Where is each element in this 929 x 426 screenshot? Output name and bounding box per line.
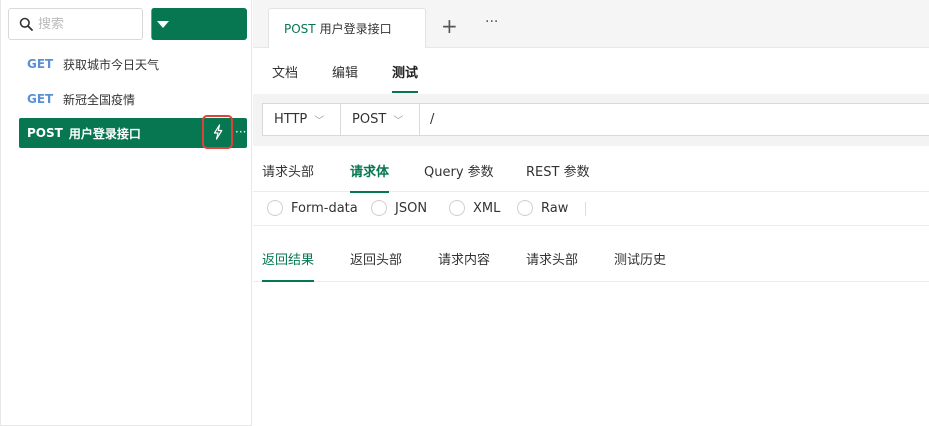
tab-name: 用户登录接口 (319, 22, 392, 36)
tab-method: POST (284, 21, 316, 36)
api-item-covid[interactable]: GET 新冠全国疫情 (19, 84, 247, 114)
tab-response-result[interactable]: 返回结果 (262, 249, 315, 282)
url-bar: HTTP ﹀ POST ﹀ / (262, 103, 929, 136)
caret-down-icon (156, 20, 169, 28)
method-select[interactable]: POST ﹀ (341, 104, 420, 135)
radio-circle[interactable] (267, 200, 283, 216)
tab-request-headers-sent[interactable]: 请求头部 (526, 249, 578, 280)
tab-login-api[interactable]: POST 用户登录接口 (268, 8, 426, 48)
url-section: HTTP ﹀ POST ﹀ / (253, 94, 929, 146)
tab-test-history[interactable]: 测试历史 (614, 249, 666, 280)
add-api-button[interactable]: + API (151, 8, 464, 231)
radio-form-data[interactable]: Form-data (267, 200, 358, 216)
radio-json[interactable]: JSON (371, 200, 427, 216)
add-tab-icon[interactable]: + (441, 14, 458, 38)
tab-response-headers[interactable]: 返回头部 (350, 249, 402, 280)
tab-doc[interactable]: 文档 (272, 62, 298, 91)
api-method: POST (27, 126, 63, 140)
api-name: 获取城市今日天气 (63, 57, 160, 72)
search-input[interactable] (38, 16, 128, 32)
tab-bar: POST 用户登录接口 + ··· (253, 0, 929, 48)
tab-test[interactable]: 测试 (392, 62, 419, 93)
mode-tabs: 文档 编辑 测试 (253, 48, 929, 94)
more-icon[interactable]: ··· (235, 125, 246, 139)
search-icon (19, 17, 33, 31)
tab-rest-params[interactable]: REST 参数 (526, 161, 590, 191)
body-type-radios: Form-data JSON XML Raw (253, 192, 929, 226)
radio-label: JSON (395, 200, 428, 216)
quick-test-button[interactable] (202, 115, 233, 149)
response-tabs: 返回结果 返回头部 请求内容 请求头部 测试历史 (253, 236, 929, 282)
radio-circle[interactable] (449, 200, 465, 216)
protocol-value: HTTP (274, 112, 308, 127)
tab-request-body[interactable]: 请求体 (350, 161, 390, 193)
api-item-weather[interactable]: GET 获取城市今日天气 (19, 49, 247, 79)
protocol-select[interactable]: HTTP ﹀ (263, 104, 341, 135)
method-value: POST (352, 112, 387, 127)
radio-raw[interactable]: Raw (517, 200, 568, 216)
divider (585, 202, 586, 216)
chevron-down-icon: ﹀ (393, 116, 404, 127)
search-box[interactable] (8, 8, 143, 40)
radio-circle[interactable] (517, 200, 533, 216)
chevron-down-icon: ﹀ (314, 116, 325, 127)
tab-request-headers[interactable]: 请求头部 (262, 161, 314, 191)
radio-xml[interactable]: XML (449, 200, 500, 216)
radio-label: Raw (541, 200, 569, 216)
sidebar: + API GET 获取城市今日天气 GET 新冠全国疫情 POST 用户登录接… (0, 0, 464, 426)
tab-edit[interactable]: 编辑 (332, 62, 358, 91)
lightning-icon (213, 124, 222, 140)
tab-more-icon[interactable]: ··· (485, 14, 498, 30)
radio-label: Form-data (291, 200, 358, 216)
request-tabs: 请求头部 请求体 Query 参数 REST 参数 (253, 146, 929, 193)
api-name: 用户登录接口 (68, 126, 141, 141)
radio-circle[interactable] (371, 200, 387, 216)
api-name: 新冠全国疫情 (63, 92, 136, 107)
add-api-dropdown[interactable] (151, 8, 173, 40)
radio-label: XML (473, 200, 501, 216)
tab-query-params[interactable]: Query 参数 (424, 161, 494, 191)
api-item-login[interactable]: POST 用户登录接口 ··· (19, 115, 247, 149)
main-panel: POST 用户登录接口 + ··· 文档 编辑 测试 HTTP ﹀ POST ﹀… (253, 0, 929, 426)
tab-request-content[interactable]: 请求内容 (438, 249, 490, 280)
url-input[interactable]: / (420, 112, 434, 127)
api-method: GET (27, 57, 54, 71)
api-method: GET (27, 92, 54, 106)
